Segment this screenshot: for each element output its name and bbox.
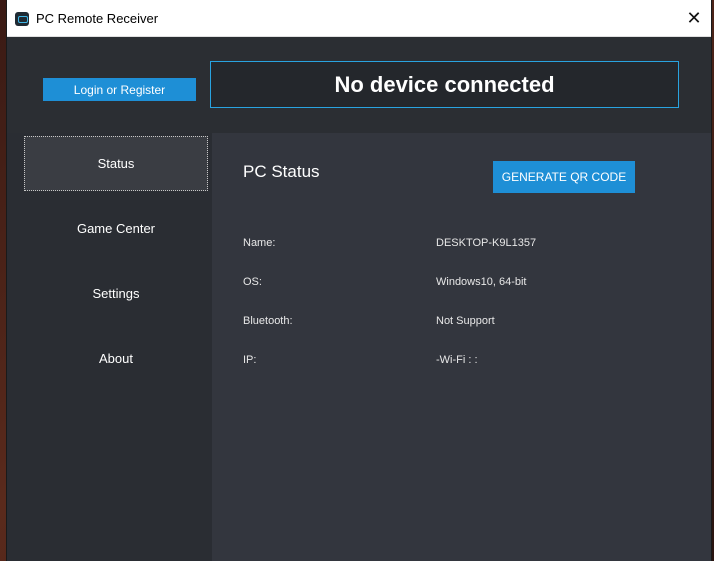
login-register-button[interactable]: Login or Register: [43, 78, 196, 101]
generate-qr-code-button[interactable]: GENERATE QR CODE: [493, 161, 635, 193]
bluetooth-label: Bluetooth:: [243, 315, 293, 327]
device-status-text: No device connected: [334, 71, 555, 97]
page-title: PC Status: [243, 162, 320, 181]
sidebar-item-label: Game Center: [76, 221, 156, 236]
sidebar-item-label: Status: [97, 156, 135, 171]
close-button[interactable]: ✕: [677, 0, 711, 36]
name-value: DESKTOP-K9L1357: [436, 237, 537, 249]
sidebar-item-label: About: [99, 351, 133, 366]
close-icon: ✕: [686, 7, 702, 28]
app-window: PC Remote Receiver ✕ Login or Register N…: [7, 0, 711, 561]
name-label: Name:: [243, 237, 276, 249]
ip-label: IP:: [243, 354, 257, 366]
os-label: OS:: [243, 276, 262, 288]
header: Login or Register No device connected: [7, 37, 711, 133]
sidebar-item-about[interactable]: About: [24, 331, 208, 386]
sidebar-item-game-center[interactable]: Game Center: [24, 201, 208, 256]
window-title: PC Remote Receiver: [36, 11, 159, 26]
title-bar: PC Remote Receiver ✕: [7, 0, 711, 37]
sidebar: Status Game Center Settings About: [7, 133, 212, 561]
app-icon: [15, 12, 29, 26]
bluetooth-value: Not Support: [436, 315, 495, 327]
sidebar-item-label: Settings: [92, 286, 140, 301]
os-value: Windows10, 64-bit: [436, 276, 527, 288]
main-content: PC Status GENERATE QR CODE Name: DESKTOP…: [212, 133, 711, 561]
sidebar-item-status[interactable]: Status: [24, 136, 208, 191]
sidebar-item-settings[interactable]: Settings: [24, 266, 208, 321]
ip-value: -Wi-Fi : :: [436, 354, 478, 366]
device-status-banner: No device connected: [210, 61, 679, 108]
